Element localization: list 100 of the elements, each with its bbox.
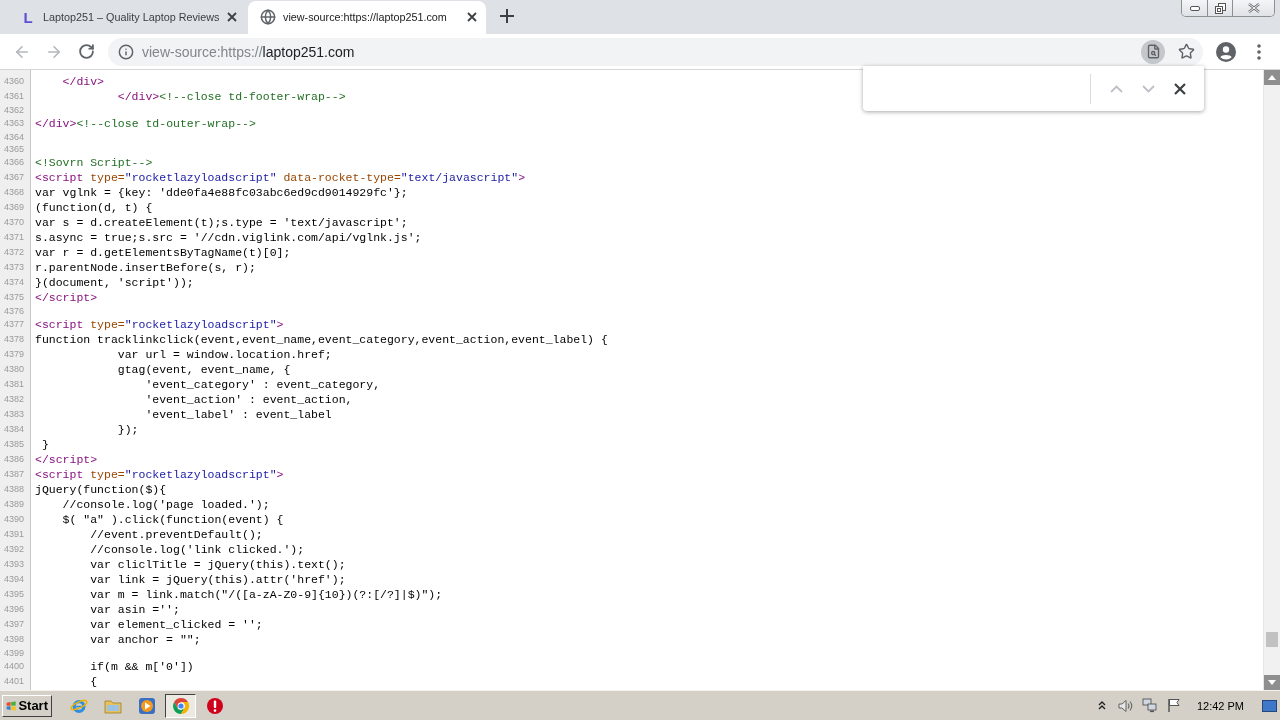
line-number: 4381: [2, 378, 25, 391]
code-line: var s = d.createElement(t);s.type = 'text/javascript';: [35, 215, 408, 230]
minimize-button[interactable]: [1182, 0, 1207, 16]
line-number: 4383: [2, 408, 25, 421]
code-line: </div>: [61, 74, 104, 89]
code-line: jQuery(function($){: [35, 482, 167, 497]
browser-tab[interactable]: view-source:https://laptop251.com: [248, 1, 486, 34]
code-line: //event.preventDefault();: [89, 527, 263, 542]
line-number: 4364: [2, 131, 25, 143]
line-number: 4377: [2, 318, 25, 331]
line-number: 4387: [2, 468, 25, 481]
clock[interactable]: 12:42 PM: [1196, 699, 1244, 712]
minimize-icon: [1189, 5, 1200, 11]
folder-icon: [103, 697, 122, 714]
line-number: 4379: [2, 348, 25, 361]
code-line: if(m && m['0']): [89, 659, 194, 674]
code-line: r.parentNode.insertBefore(s, r);: [35, 260, 256, 275]
code-line: <script type="rocketlazyloadscript">: [35, 467, 284, 482]
code-line: </script>: [35, 452, 98, 467]
code-line: }(document, 'script'));: [35, 275, 194, 290]
line-number: 4394: [2, 573, 25, 586]
code-line: </script>: [35, 290, 98, 305]
chevron-up-icon: [1109, 84, 1123, 93]
scrollbar[interactable]: [1263, 70, 1280, 690]
code-line: var r = d.getElementsByTagName(t)[0];: [35, 245, 291, 260]
line-number: 4375: [2, 291, 25, 304]
line-number: 4366: [2, 156, 25, 169]
reload-icon: [77, 43, 95, 60]
line-number: 4400: [2, 660, 25, 673]
address-bar[interactable]: view-source:https://laptop251.com: [108, 37, 1203, 66]
line-number: 4362: [2, 104, 25, 116]
code-line: 'event_category' : event_category,: [144, 377, 381, 392]
line-number: 4368: [2, 186, 25, 199]
code-line: <script type="rocketlazyloadscript" data-rocket-type="text/javascript">: [35, 170, 526, 185]
avatar-icon: [1216, 41, 1236, 62]
browser-tab[interactable]: L Laptop251 – Quality Laptop Reviews: [8, 1, 246, 34]
profile-button[interactable]: [1214, 39, 1238, 64]
code-line: (function(d, t) {: [35, 200, 153, 215]
scrollbar-thumb[interactable]: [1266, 632, 1278, 647]
code-line: </div><!--close td-outer-wrap-->: [35, 116, 256, 131]
flag-icon: [1166, 698, 1181, 713]
code-line: var url = window.location.href;: [116, 347, 332, 362]
line-number: 4372: [2, 246, 25, 259]
line-number: 4392: [2, 543, 25, 556]
line-number: 4397: [2, 618, 25, 631]
close-window-button[interactable]: [1232, 0, 1274, 16]
star-icon: [1177, 43, 1195, 60]
line-number: 4376: [2, 305, 25, 317]
line-number: 4395: [2, 588, 25, 601]
triangle-down-icon: [1268, 680, 1276, 685]
line-number: 4370: [2, 216, 25, 229]
line-number: 4386: [2, 453, 25, 466]
media-player-icon: [137, 696, 156, 715]
code-line: var m = link.match("/([a-zA-Z0-9]{10})(?:[/?]|$)");: [89, 587, 443, 602]
line-number: 4390: [2, 513, 25, 526]
tab-title: view-source:https://laptop251.com: [283, 11, 448, 23]
code-line: }: [40, 437, 49, 452]
circular-logo-icon: [171, 696, 190, 715]
line-number: 4365: [2, 143, 25, 155]
code-line: var cliclTitle = jQuery(this).text();: [89, 557, 346, 572]
scroll-down-button[interactable]: [1264, 675, 1280, 690]
line-number: 4380: [2, 363, 25, 376]
menu-icon: [1257, 43, 1261, 60]
taskbar-app-button[interactable]: [165, 693, 196, 718]
plus-icon: [500, 9, 514, 23]
code-line: gtag(event, event_name, {: [116, 362, 291, 377]
code-line: var link = jQuery(this).attr('href');: [89, 572, 346, 587]
find-in-page-button[interactable]: [1141, 39, 1165, 64]
info-icon: [118, 43, 134, 60]
tab-favicon: L: [22, 9, 34, 25]
line-number: 4399: [2, 647, 25, 659]
start-button[interactable]: Start: [2, 694, 52, 717]
restore-button[interactable]: [1207, 0, 1232, 16]
code-line: 'event_action' : event_action,: [144, 392, 353, 407]
line-number: 4388: [2, 483, 25, 496]
code-line: //console.log('page loaded.');: [61, 497, 270, 512]
line-number: 4378: [2, 333, 25, 346]
code-line: var element_clicked = '';: [89, 617, 263, 632]
network-button[interactable]: [1140, 696, 1159, 715]
tab-title: Laptop251 – Quality Laptop Reviews: [43, 11, 217, 23]
line-number: 4393: [2, 558, 25, 571]
globe-icon: [260, 9, 276, 25]
code-line: $( "a" ).click(function(event) {: [61, 512, 284, 527]
scroll-up-button[interactable]: [1264, 70, 1280, 85]
line-number: 4398: [2, 633, 25, 646]
code-line: </div><!--close td-footer-wrap-->: [116, 89, 346, 104]
line-number: 4384: [2, 423, 25, 436]
line-number: 4361: [2, 90, 25, 103]
exclamation-icon: [205, 696, 224, 715]
code-line: //console.log('link clicked.');: [89, 542, 305, 557]
line-number: 4389: [2, 498, 25, 511]
line-number: 4391: [2, 528, 25, 541]
code-line: var vglnk = {key: 'dde0fa4e88fc03abc6ed9cd9014929fc'};: [35, 185, 408, 200]
triangle-up-icon: [1268, 75, 1276, 80]
line-number: 4374: [2, 276, 25, 289]
close-icon: [227, 12, 237, 22]
line-number: 4373: [2, 261, 25, 274]
code-line: function tracklinkclick(event,event_name,event_category,event_action,event_label) {: [35, 332, 608, 347]
chevron-down-icon: [1141, 84, 1155, 93]
code-line: });: [116, 422, 139, 437]
